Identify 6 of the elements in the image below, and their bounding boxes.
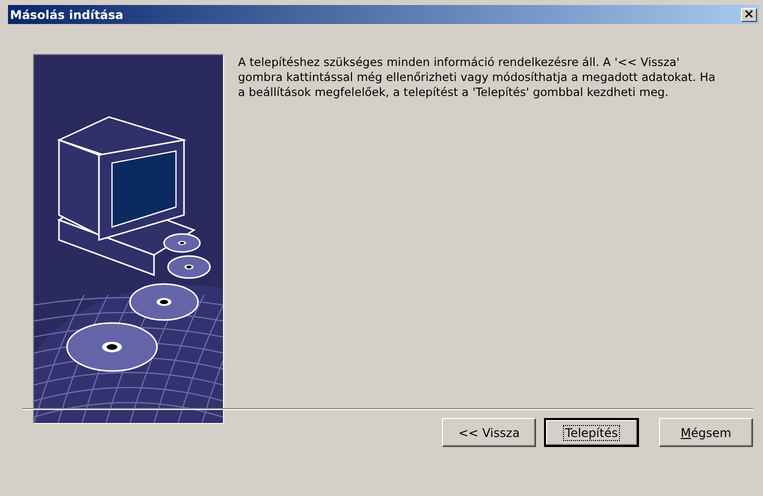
window-title: Másolás indítása xyxy=(10,8,124,22)
dialog-button[interactable]: Mégsem xyxy=(659,418,753,447)
message-text: A telepítéshez szükséges minden információ rendelkezésre áll. A '<< Vissza' gombra kattintással még ellenőrizheti vagy módosíthatja a megadott adatokat. Ha a beállítások megfelelőek, a telepítést a 'Telepítés' gombbal kezdheti meg. xyxy=(238,54,716,101)
dialog-button[interactable]: << Vissza xyxy=(442,418,536,447)
dialog-button[interactable]: Telepítés xyxy=(544,418,639,447)
close-button[interactable]: × xyxy=(741,8,757,22)
